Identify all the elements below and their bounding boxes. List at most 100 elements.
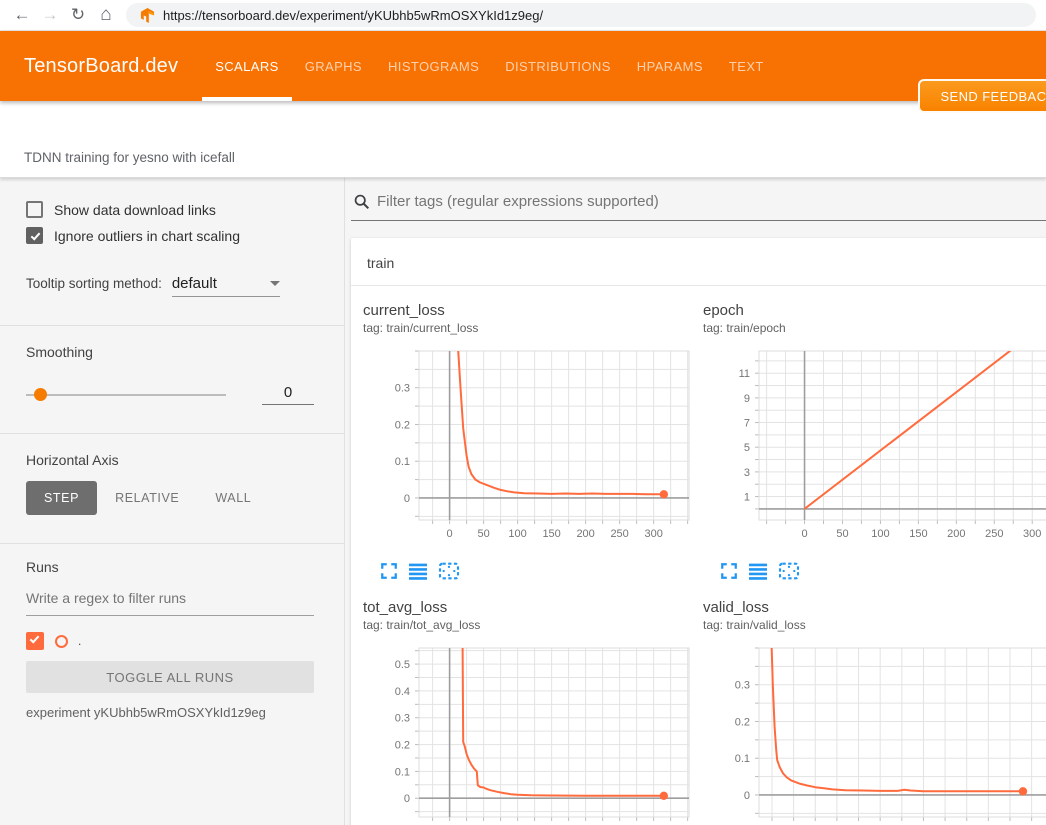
run-checkbox-checked-icon[interactable]	[26, 632, 44, 650]
line-chart-valid-loss[interactable]: 5010015020025030000.10.20.3	[703, 643, 1046, 825]
svg-text:100: 100	[508, 528, 526, 540]
chart-title: epoch	[703, 301, 1046, 320]
line-chart-current-loss[interactable]: 05010015020025030000.10.20.3	[363, 346, 695, 551]
chart-card-epoch: epoch tag: train/epoch 05010015020025030…	[703, 301, 1046, 580]
chart-card-valid-loss: valid_loss tag: train/valid_loss 5010015…	[703, 598, 1046, 825]
tensorboard-favicon	[140, 8, 155, 23]
chevron-down-icon	[270, 281, 280, 286]
fit-domain-icon[interactable]	[778, 562, 800, 580]
tooltip-sorting-label: Tooltip sorting method:	[26, 276, 162, 291]
fullscreen-icon[interactable]	[720, 562, 738, 580]
chart-title: valid_loss	[703, 598, 1046, 617]
search-icon	[353, 193, 370, 210]
checkbox-unchecked-icon[interactable]	[26, 201, 43, 218]
smoothing-slider[interactable]	[26, 394, 226, 396]
axis-relative-button[interactable]: RELATIVE	[97, 481, 197, 515]
url-text: https://tensorboard.dev/experiment/yKUbh…	[163, 8, 543, 23]
svg-text:3: 3	[744, 467, 750, 479]
svg-text:7: 7	[744, 418, 750, 430]
chart-card-tot-avg-loss: tot_avg_loss tag: train/tot_avg_loss 050…	[363, 598, 703, 825]
runs-filter-input[interactable]: Write a regex to filter runs	[26, 590, 314, 616]
svg-text:1: 1	[744, 492, 750, 504]
line-chart-epoch[interactable]: 0501001502002503001357911	[703, 346, 1046, 551]
smoothing-value[interactable]: 0	[262, 384, 314, 405]
ignore-outliers-checkbox[interactable]: Ignore outliers in chart scaling	[26, 227, 314, 244]
tab-scalars[interactable]: SCALARS	[202, 31, 292, 101]
tag-group-card: train current_loss tag: train/current_lo…	[351, 238, 1046, 825]
settings-sidebar: Show data download links Ignore outliers…	[0, 178, 345, 825]
svg-text:0: 0	[801, 528, 807, 540]
svg-text:0.1: 0.1	[395, 766, 410, 778]
svg-text:5: 5	[744, 442, 750, 454]
line-chart-tot-avg-loss[interactable]: 05010015020025030000.10.20.30.40.5	[363, 643, 695, 825]
tab-distributions[interactable]: DISTRIBUTIONS	[492, 31, 624, 101]
svg-text:0.1: 0.1	[735, 753, 750, 765]
nav-tabs: SCALARS GRAPHS HISTOGRAMS DISTRIBUTIONS …	[202, 31, 777, 101]
divider	[0, 325, 344, 326]
svg-text:50: 50	[836, 528, 848, 540]
log-scale-icon[interactable]	[748, 562, 768, 580]
chart-tag: tag: train/tot_avg_loss	[363, 617, 703, 633]
svg-text:0.2: 0.2	[395, 419, 410, 431]
axis-step-button[interactable]: STEP	[26, 481, 97, 515]
log-scale-icon[interactable]	[408, 562, 428, 580]
tab-hparams[interactable]: HPARAMS	[624, 31, 716, 101]
svg-text:300: 300	[644, 528, 662, 540]
app-header: TensorBoard.dev SCALARS GRAPHS HISTOGRAM…	[0, 31, 1046, 101]
axis-wall-button[interactable]: WALL	[197, 481, 269, 515]
horizontal-axis-label: Horizontal Axis	[26, 452, 314, 468]
slider-thumb[interactable]	[34, 388, 47, 401]
chart-title: current_loss	[363, 301, 703, 320]
svg-text:11: 11	[739, 368, 750, 380]
chart-title: tot_avg_loss	[363, 598, 703, 617]
svg-text:0: 0	[404, 793, 410, 805]
back-icon[interactable]: ←	[8, 5, 36, 25]
svg-text:250: 250	[985, 528, 1003, 540]
tab-graphs[interactable]: GRAPHS	[292, 31, 375, 101]
runs-label: Runs	[26, 559, 314, 575]
svg-text:9: 9	[744, 393, 750, 405]
svg-text:150: 150	[909, 528, 927, 540]
divider	[0, 543, 344, 544]
svg-text:100: 100	[871, 528, 889, 540]
home-icon[interactable]: ⌂	[92, 4, 120, 26]
svg-text:0: 0	[447, 528, 453, 540]
tab-text[interactable]: TEXT	[716, 31, 777, 101]
svg-text:0.3: 0.3	[395, 383, 410, 395]
chart-tag: tag: train/valid_loss	[703, 617, 1046, 633]
svg-text:0: 0	[744, 790, 750, 802]
svg-text:150: 150	[542, 528, 560, 540]
tag-group-header-train[interactable]: train	[351, 238, 1046, 286]
svg-text:300: 300	[1023, 528, 1041, 540]
filter-tags-input[interactable]: Filter tags (regular expressions support…	[351, 193, 1046, 221]
forward-icon[interactable]: →	[36, 5, 64, 25]
toggle-all-runs-button[interactable]: TOGGLE ALL RUNS	[26, 661, 314, 693]
main-panel: Filter tags (regular expressions support…	[345, 178, 1046, 825]
checkbox-checked-icon[interactable]	[26, 227, 43, 244]
experiment-title-strip: TDNN training for yesno with icefall	[0, 101, 1046, 178]
svg-text:0.3: 0.3	[395, 713, 410, 725]
reload-icon[interactable]: ↻	[64, 5, 92, 25]
browser-toolbar: ← → ↻ ⌂ https://tensorboard.dev/experime…	[0, 0, 1046, 31]
svg-text:50: 50	[477, 528, 489, 540]
fullscreen-icon[interactable]	[380, 562, 398, 580]
experiment-id-label: experiment yKUbhb5wRmOSXYkId1z9eg	[26, 705, 314, 720]
chart-tag: tag: train/current_loss	[363, 320, 703, 336]
chart-tag: tag: train/epoch	[703, 320, 1046, 336]
address-bar[interactable]: https://tensorboard.dev/experiment/yKUbh…	[126, 3, 1036, 27]
show-download-links-checkbox[interactable]: Show data download links	[26, 201, 314, 218]
svg-text:0.3: 0.3	[735, 680, 750, 692]
tooltip-sorting-dropdown[interactable]: default	[172, 275, 280, 297]
smoothing-label: Smoothing	[26, 344, 314, 360]
svg-text:0.2: 0.2	[395, 740, 410, 752]
svg-text:0.1: 0.1	[395, 456, 410, 468]
send-feedback-button[interactable]: SEND FEEDBACK	[918, 79, 1046, 113]
chart-card-current-loss: current_loss tag: train/current_loss 0 50…	[363, 301, 703, 580]
tab-histograms[interactable]: HISTOGRAMS	[375, 31, 492, 101]
run-color-swatch-icon	[55, 635, 68, 648]
svg-text:200: 200	[576, 528, 594, 540]
svg-text:0.5: 0.5	[395, 659, 410, 671]
svg-text:0.4: 0.4	[395, 686, 410, 698]
fit-domain-icon[interactable]	[438, 562, 460, 580]
app-title: TensorBoard.dev	[24, 55, 178, 78]
